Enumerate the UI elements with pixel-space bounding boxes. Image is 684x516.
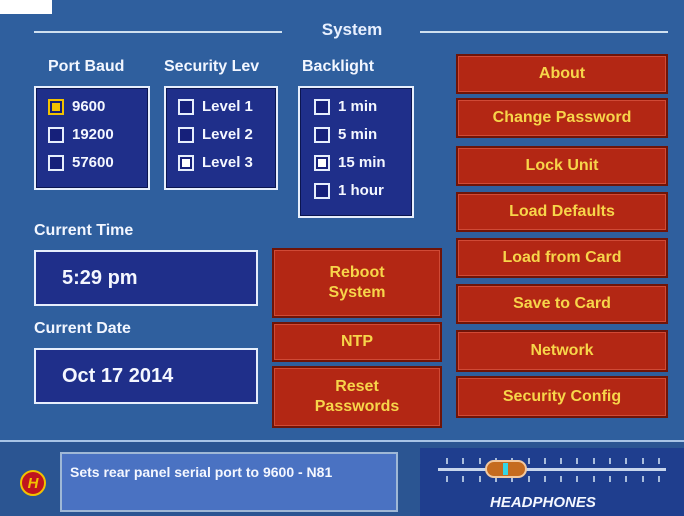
reset-passwords-button[interactable]: Reset Passwords — [272, 366, 442, 428]
current-date-label: Current Date — [34, 320, 131, 337]
slider-tick — [462, 476, 465, 482]
option-label: Level 1 — [202, 98, 253, 115]
checkbox-unchecked-icon[interactable] — [178, 98, 194, 115]
button-label-line2: System — [328, 284, 386, 301]
security-level-group: Level 1 Level 2 Level 3 — [164, 86, 278, 190]
checkbox-unchecked-icon[interactable] — [314, 182, 330, 199]
option-label: 19200 — [72, 126, 114, 143]
slider-tick — [609, 476, 612, 482]
current-time-field[interactable]: 5:29 pm — [34, 250, 258, 306]
checkbox-unchecked-icon[interactable] — [314, 126, 330, 143]
button-label-line1: Reboot — [329, 264, 385, 281]
backlight-option-5-min[interactable]: 5 min — [314, 126, 377, 143]
option-label: Level 3 — [202, 154, 253, 171]
title-rule-left — [34, 31, 282, 33]
option-label: 1 min — [338, 98, 378, 115]
page-title: System — [321, 20, 383, 39]
backlight-option-1-hour[interactable]: 1 hour — [314, 182, 384, 199]
slider-tick — [543, 458, 546, 464]
slider-tick — [576, 458, 579, 464]
change-password-button[interactable]: Change Password — [456, 98, 668, 138]
slider-tick — [658, 476, 660, 482]
backlight-option-15-min[interactable]: 15 min — [314, 154, 386, 171]
security-config-button[interactable]: Security Config — [456, 376, 668, 418]
checkbox-unchecked-icon[interactable] — [48, 126, 64, 143]
slider-tick — [592, 458, 595, 464]
slider-tick — [609, 458, 612, 464]
load-from-card-button[interactable]: Load from Card — [456, 238, 668, 278]
slider-tick — [625, 476, 628, 482]
slider-tick — [446, 458, 448, 464]
backlight-label: Backlight — [302, 58, 375, 75]
slider-tick — [592, 476, 595, 482]
checkbox-checked-icon[interactable] — [48, 98, 64, 115]
option-label: 57600 — [72, 154, 114, 171]
checkbox-checked-icon[interactable] — [314, 154, 330, 171]
help-icon[interactable]: H — [20, 470, 46, 496]
security-option-level-1[interactable]: Level 1 — [178, 98, 253, 115]
slider-tick — [543, 476, 546, 482]
option-label: 1 hour — [338, 182, 384, 199]
save-to-card-button[interactable]: Save to Card — [456, 284, 668, 324]
slider-tick — [527, 476, 530, 482]
security-level-label: Security Lev — [164, 58, 260, 75]
slider-tick — [527, 458, 530, 464]
window-corner-cut — [0, 0, 52, 14]
option-label: 15 min — [338, 154, 386, 171]
about-button[interactable]: About — [456, 54, 668, 94]
button-label-line2: Passwords — [314, 398, 400, 415]
lock-unit-button[interactable]: Lock Unit — [456, 146, 668, 186]
security-option-level-3[interactable]: Level 3 — [178, 154, 253, 171]
checkbox-checked-icon[interactable] — [178, 154, 194, 171]
slider-tick — [478, 476, 481, 482]
slider-tick — [641, 476, 644, 482]
option-label: Level 2 — [202, 126, 253, 143]
slider-tick — [658, 458, 660, 464]
port-baud-label: Port Baud — [48, 58, 125, 75]
title-rule-right — [420, 31, 668, 33]
security-option-level-2[interactable]: Level 2 — [178, 126, 253, 143]
option-label: 5 min — [338, 126, 378, 143]
slider-tick — [478, 458, 481, 464]
checkbox-unchecked-icon[interactable] — [48, 154, 64, 171]
checkbox-unchecked-icon[interactable] — [314, 98, 330, 115]
reboot-system-button[interactable]: Reboot System — [272, 248, 442, 318]
slider-tick — [560, 476, 563, 482]
slider-tick — [576, 476, 579, 482]
port-baud-group: 9600 19200 57600 — [34, 86, 150, 190]
load-defaults-button[interactable]: Load Defaults — [456, 192, 668, 232]
headphones-label: HEADPHONES — [490, 494, 596, 511]
baud-option-9600[interactable]: 9600 — [48, 98, 105, 115]
option-label: 9600 — [72, 98, 106, 115]
slider-tick — [446, 476, 448, 482]
button-label-line1: Reset — [335, 378, 379, 395]
baud-option-19200[interactable]: 19200 — [48, 126, 114, 143]
baud-option-57600[interactable]: 57600 — [48, 154, 114, 171]
slider-tick — [462, 458, 465, 464]
headphones-slider-knob[interactable] — [484, 460, 527, 478]
slider-tick — [560, 458, 563, 464]
headphones-slider-track[interactable] — [438, 468, 666, 471]
backlight-option-1-min[interactable]: 1 min — [314, 98, 377, 115]
status-message: Sets rear panel serial port to 9600 - N8… — [60, 452, 398, 512]
slider-tick — [625, 458, 628, 464]
backlight-group: 1 min 5 min 15 min 1 hour — [298, 86, 414, 218]
checkbox-unchecked-icon[interactable] — [178, 126, 194, 143]
slider-tick — [641, 458, 644, 464]
status-divider — [0, 440, 684, 442]
ntp-button[interactable]: NTP — [272, 322, 442, 362]
current-time-label: Current Time — [34, 222, 134, 239]
current-date-field[interactable]: Oct 17 2014 — [34, 348, 258, 404]
network-button[interactable]: Network — [456, 330, 668, 372]
